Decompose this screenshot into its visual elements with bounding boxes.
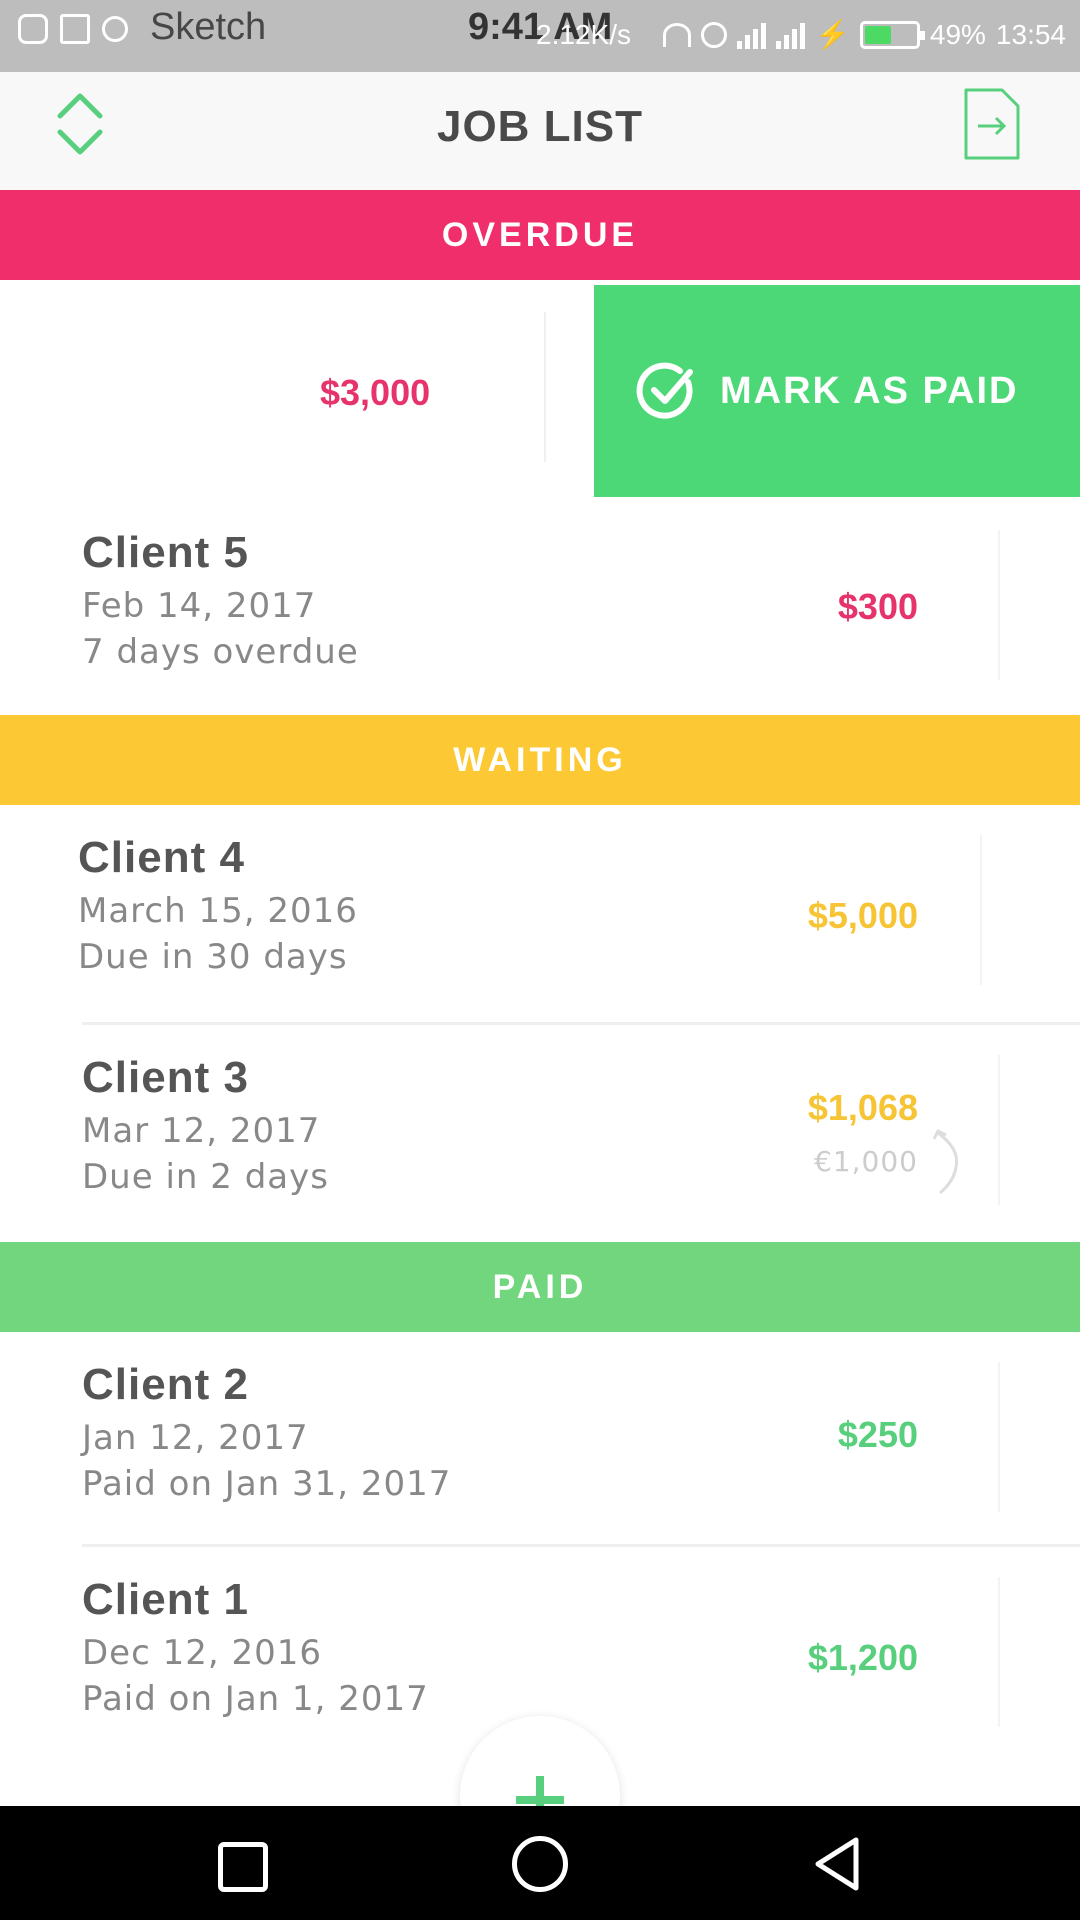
job-date: Feb 14, 2017 (82, 586, 317, 626)
job-date: March 15, 2016 (78, 891, 358, 931)
job-amount: $1,068 (807, 1087, 918, 1128)
gallery-icon (60, 14, 90, 44)
export-icon[interactable] (962, 86, 1022, 162)
mark-as-paid-label: MARK AS PAID (720, 369, 1019, 412)
wifi-icon (663, 22, 691, 47)
hotspot-icon (102, 16, 128, 42)
job-row[interactable]: Client 4 March 15, 2016 Due in 30 days $… (0, 805, 1080, 1025)
job-date: Jan 12, 2017 (82, 1418, 309, 1458)
signal-2-icon (776, 21, 805, 49)
row-divider (544, 312, 546, 462)
job-amount: $1,200 (807, 1637, 918, 1678)
currency-convert-icon[interactable] (932, 1123, 962, 1203)
section-overdue: OVERDUE (0, 190, 1080, 280)
mark-as-paid-button[interactable]: MARK AS PAID (594, 285, 1080, 497)
section-waiting: WAITING (0, 715, 1080, 805)
client-name: Client 3 (82, 1053, 249, 1102)
job-date: Dec 12, 2016 (82, 1633, 323, 1673)
job-status: Paid on Jan 1, 2017 (82, 1679, 429, 1719)
client-name: Client 2 (82, 1360, 249, 1409)
job-status: Due in 30 days (78, 937, 348, 977)
net-speed: 2.12K/s (536, 18, 631, 50)
job-status: 7 days overdue (82, 632, 359, 672)
row-divider (998, 1577, 1000, 1727)
status-left-icons (18, 14, 128, 44)
status-bar: Sketch 9:41 AM 2.12K/s ⚡ 49% 13:54 (0, 0, 1080, 72)
job-status: Due in 2 days (82, 1157, 329, 1197)
client-name: Client 4 (78, 833, 245, 882)
job-amount: $5,000 (807, 895, 918, 936)
job-status: Paid on Jan 31, 2017 (82, 1464, 452, 1504)
job-date: Mar 12, 2017 (82, 1111, 321, 1151)
section-paid: PAID (0, 1242, 1080, 1332)
charging-icon: ⚡ (815, 19, 850, 50)
instagram-icon (18, 14, 48, 44)
plus-icon-bar (516, 1796, 564, 1804)
clock: 13:54 (995, 18, 1066, 50)
signal-icon (737, 21, 766, 49)
alarm-icon (701, 21, 727, 48)
home-icon[interactable] (510, 1834, 570, 1894)
job-amount: $250 (837, 1414, 918, 1455)
client-name: Client 5 (82, 528, 249, 577)
carrier-name: Sketch (150, 6, 267, 48)
system-nav-bar (0, 1806, 1080, 1920)
row-divider (980, 835, 982, 985)
back-icon[interactable] (810, 1834, 870, 1894)
recent-apps-icon[interactable] (210, 1834, 270, 1894)
battery-percent: 49% (929, 18, 986, 50)
job-row[interactable]: Client 5 Feb 14, 2017 7 days overdue $30… (0, 500, 1080, 715)
row-divider (998, 1055, 1000, 1205)
client-name: Client 1 (82, 1575, 249, 1624)
battery-icon (859, 20, 925, 49)
page-title: JOB LIST (436, 102, 644, 151)
check-circle-icon (636, 362, 693, 419)
job-amount: $300 (837, 586, 918, 627)
job-row[interactable]: Client 3 Mar 12, 2017 Due in 2 days $1,0… (0, 1025, 1080, 1242)
row-divider (998, 1362, 1000, 1512)
job-row[interactable]: Client 2 Jan 12, 2017 Paid on Jan 31, 20… (0, 1332, 1080, 1547)
swiped-row-amount: $3,000 (320, 372, 431, 413)
status-right: 2.12K/s ⚡ 49% 13:54 (536, 18, 1066, 51)
app-header: JOB LIST (0, 72, 1080, 190)
row-divider (998, 530, 1000, 680)
job-sub-amount: €1,000 (814, 1145, 918, 1178)
